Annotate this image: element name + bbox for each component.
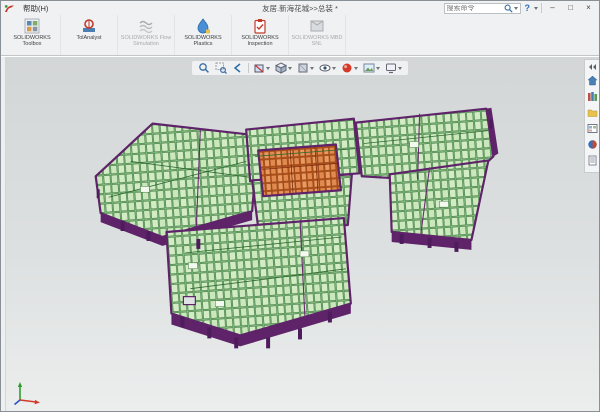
search-input[interactable] [447,5,503,12]
appearances-icon[interactable] [587,139,598,150]
search-icon [504,4,513,13]
design-library-icon[interactable] [587,91,598,102]
ribbon-button-label: SOLIDWORKS Toolbox [5,35,60,47]
hide-show-items-icon[interactable] [318,62,337,74]
display-style-dropdown-icon[interactable] [310,67,314,70]
view-settings-dropdown-icon[interactable] [398,67,402,70]
toolbox-icon [24,18,40,34]
y-axis-icon [18,382,22,387]
help-dropdown-icon[interactable] [534,7,538,10]
edit-appearance-icon[interactable] [340,62,359,74]
edit-appearance-dropdown-icon[interactable] [354,67,358,70]
headsup-separator [248,63,249,73]
mbd-icon [309,18,325,34]
minimize-button[interactable]: – [545,2,560,14]
maximize-button[interactable]: □ [563,2,578,14]
zoom-to-fit-icon[interactable] [197,62,211,74]
headsup-view-toolbar [191,60,409,76]
resources-home-icon[interactable] [587,75,598,86]
apply-scene-dropdown-icon[interactable] [376,67,380,70]
menu-help[interactable]: 帮助(H) [18,3,53,14]
ribbon-button-inspection[interactable]: SOLIDWORKS Inspection [232,15,289,55]
section-view-icon[interactable] [252,62,271,74]
inspection-icon [252,18,268,34]
help-button[interactable]: ? [524,3,532,13]
solidworks-logo-icon [4,4,15,13]
search-dropdown-icon[interactable] [514,7,518,10]
ribbon-button-label: TolAnalyst [62,35,117,41]
ribbon-button-mbd-snl[interactable]: SOLIDWORKS MBD SNL [289,15,346,55]
ribbon-button-label: SOLIDWORKS Flow Simulation [119,35,174,47]
task-pane-collapse-icon[interactable] [589,64,596,70]
view-palette-icon[interactable] [587,123,598,134]
ribbon-button-tolanalyst[interactable]: TolAnalyst [61,15,118,55]
apply-scene-icon[interactable] [362,62,381,74]
ribbon-button-plastics[interactable]: SOLIDWORKS Plastics [175,15,232,55]
model-core-orange-section [258,145,341,197]
graphics-viewport[interactable] [1,56,599,411]
view-settings-icon[interactable] [384,62,403,74]
view-orientation-icon[interactable] [274,62,293,74]
hide-show-items-dropdown-icon[interactable] [332,67,336,70]
model-aluminum-formwork-assembly[interactable] [1,57,599,411]
task-pane-strip [584,59,599,173]
ribbon-button-label: SOLIDWORKS MBD SNL [290,35,345,47]
ribbon-button-solidworks-toolbox[interactable]: SOLIDWORKS Toolbox [4,15,61,55]
custom-properties-icon[interactable] [587,155,598,166]
ribbon-button-flow-simulation[interactable]: SOLIDWORKS Flow Simulation [118,15,175,55]
solidworks-window: 帮助(H) 友居.新海花城>>总装 * ? – □ × SOLIDWORKS T… [0,0,600,412]
z-axis-icon [15,400,21,405]
model-stair-opening [183,297,195,305]
flow-simulation-icon [138,18,154,34]
display-style-icon[interactable] [296,62,315,74]
model-panel-decks [96,109,494,336]
file-explorer-icon[interactable] [587,107,598,118]
zoom-to-area-icon[interactable] [214,62,228,74]
view-orientation-dropdown-icon[interactable] [288,67,292,70]
close-button[interactable]: × [581,2,596,14]
ribbon-button-label: SOLIDWORKS Plastics [176,35,231,47]
plastics-icon [195,18,211,34]
x-axis-icon [35,400,40,404]
tolanalyst-icon [81,18,97,34]
section-view-dropdown-icon[interactable] [266,67,270,70]
titlebar: 帮助(H) 友居.新海花城>>总装 * ? – □ × [1,1,599,15]
ribbon-button-label: SOLIDWORKS Inspection [233,35,288,47]
previous-view-icon[interactable] [231,62,245,74]
orientation-triad [11,378,45,406]
command-search[interactable] [444,3,521,14]
titlebar-separator [541,3,542,13]
ribbon: SOLIDWORKS Toolbox TolAnalyst SOLIDWORKS… [1,15,599,56]
